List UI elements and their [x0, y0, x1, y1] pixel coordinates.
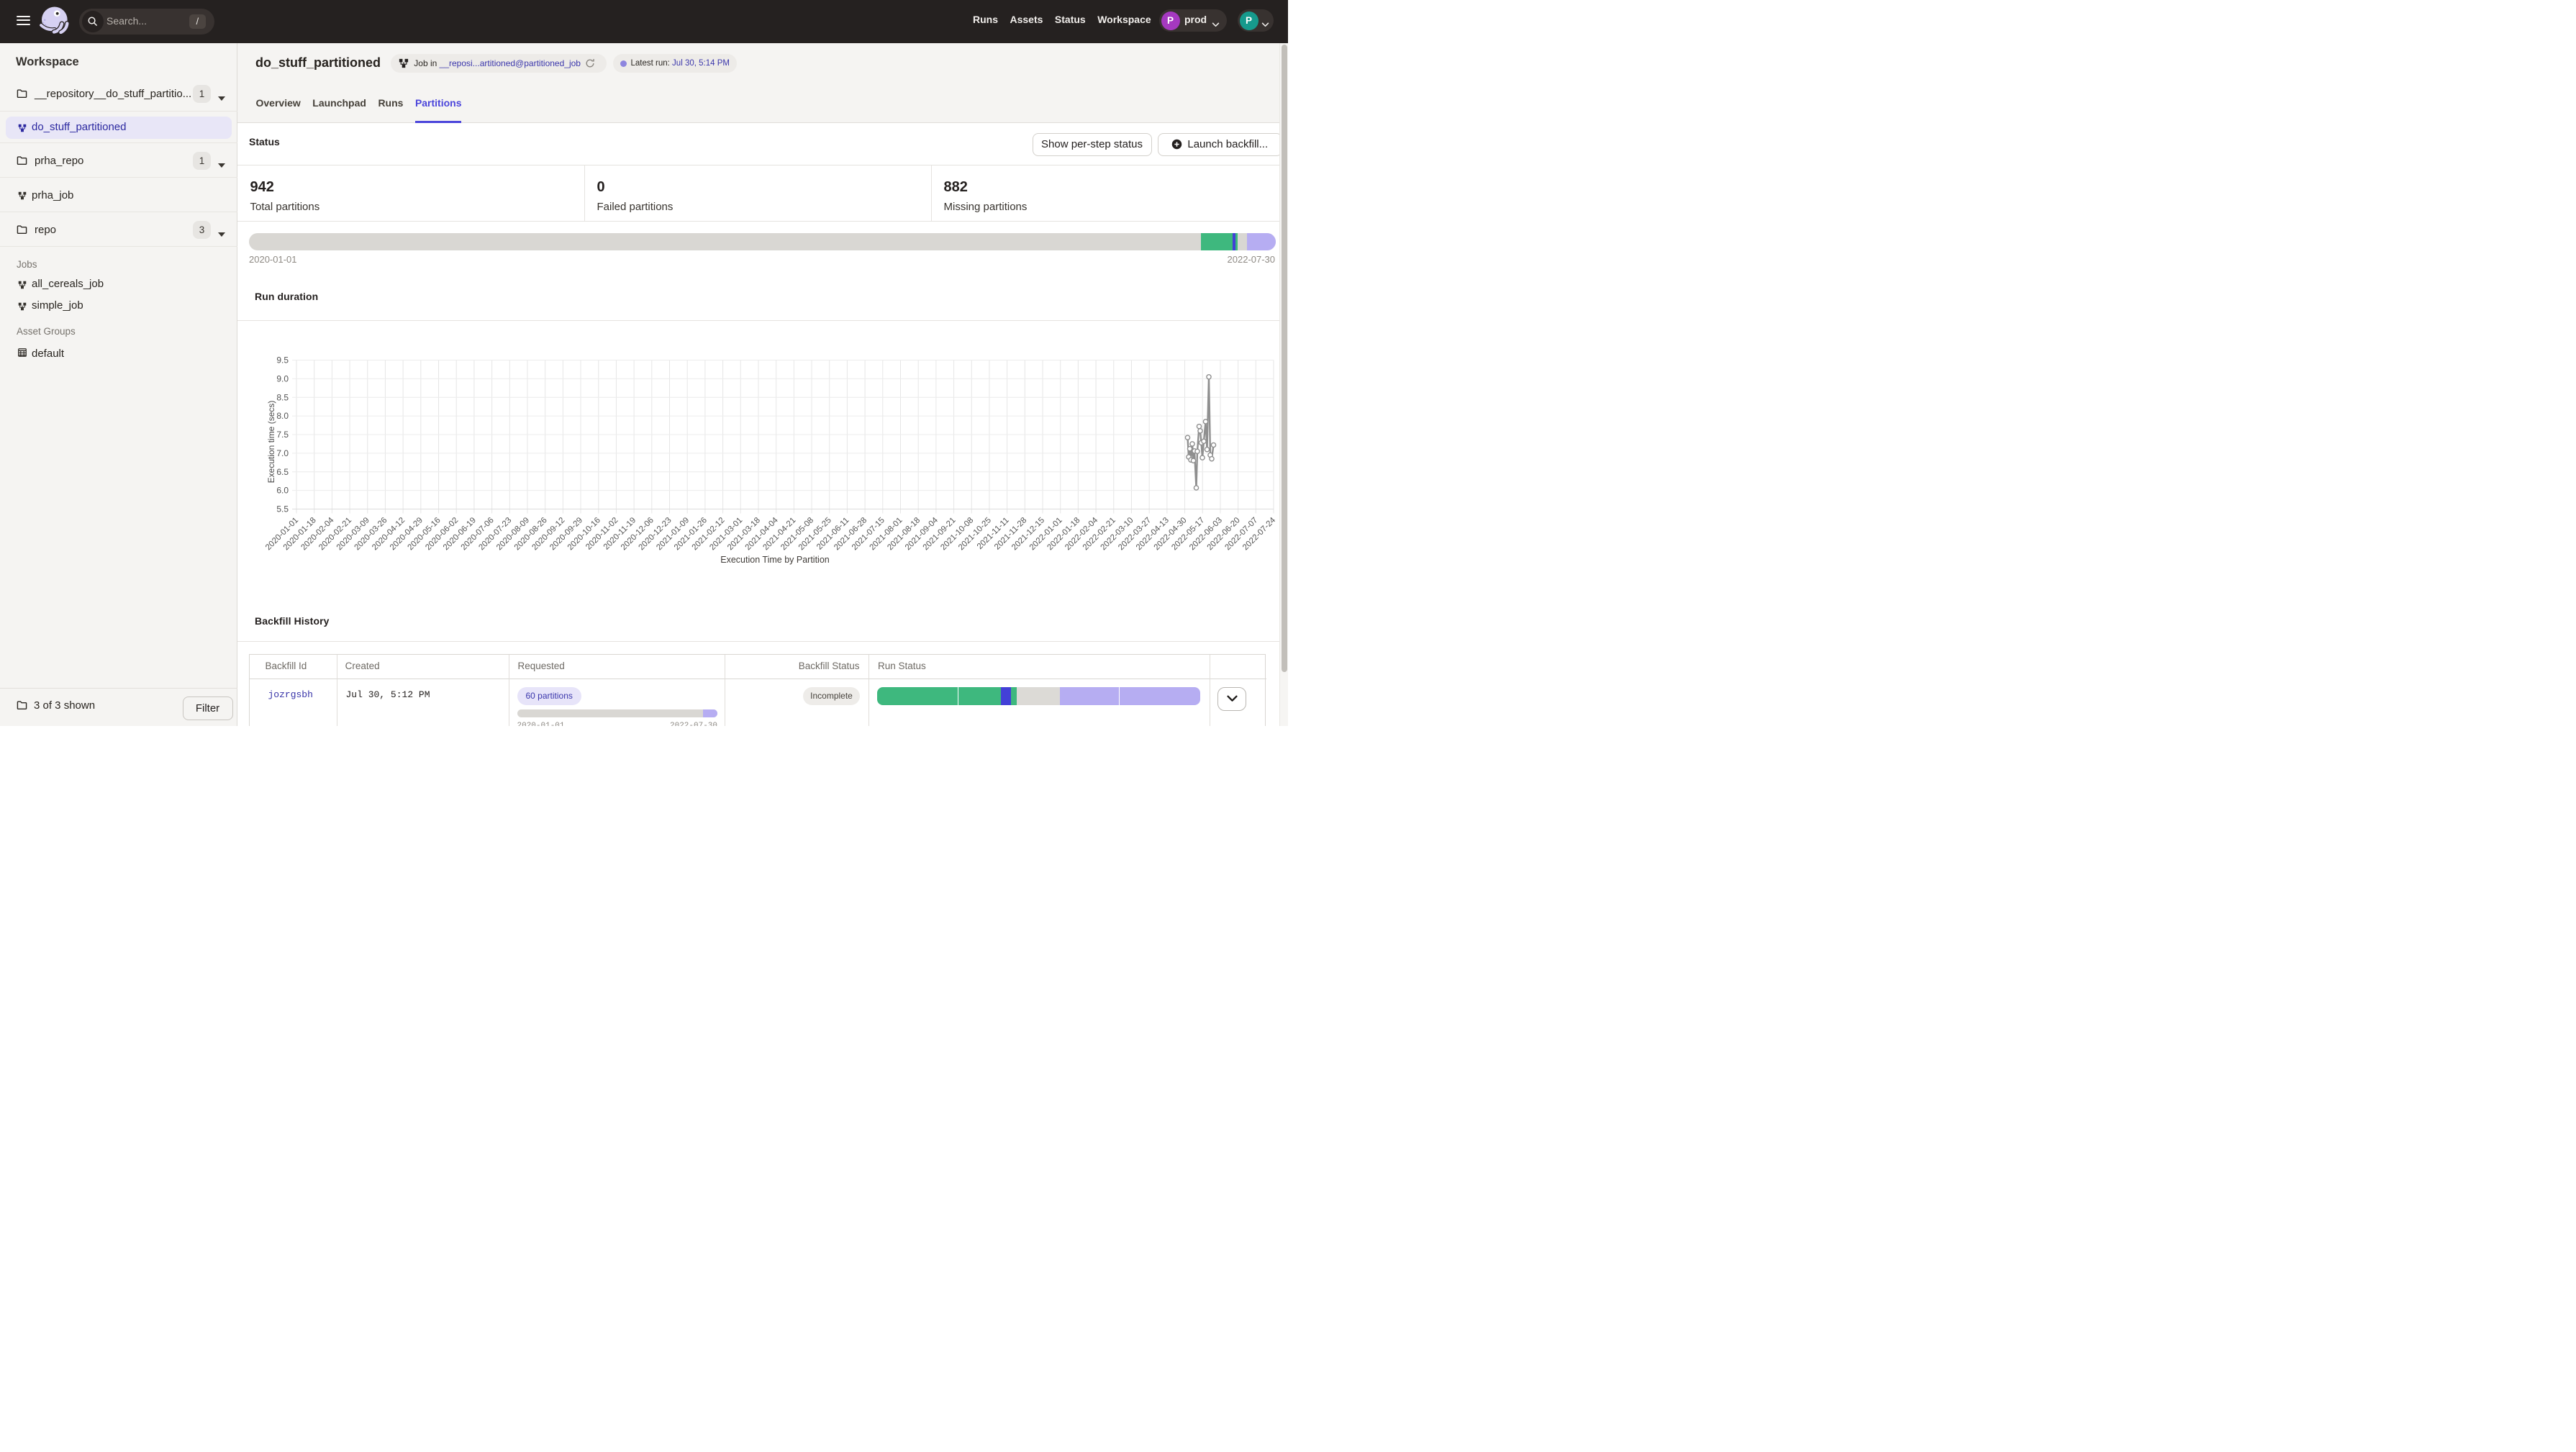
svg-text:7.5: 7.5 [276, 430, 289, 440]
svg-text:7.0: 7.0 [276, 448, 289, 458]
svg-text:8.0: 8.0 [276, 411, 289, 421]
svg-text:6.5: 6.5 [276, 467, 289, 477]
svg-text:6.0: 6.0 [276, 486, 289, 496]
svg-text:8.5: 8.5 [276, 392, 289, 402]
svg-text:5.5: 5.5 [276, 504, 289, 514]
svg-text:Execution Time by Partition: Execution Time by Partition [720, 555, 830, 565]
svg-text:9.5: 9.5 [276, 355, 289, 366]
svg-text:9.0: 9.0 [276, 373, 289, 384]
svg-text:Execution time (secs): Execution time (secs) [266, 401, 276, 484]
